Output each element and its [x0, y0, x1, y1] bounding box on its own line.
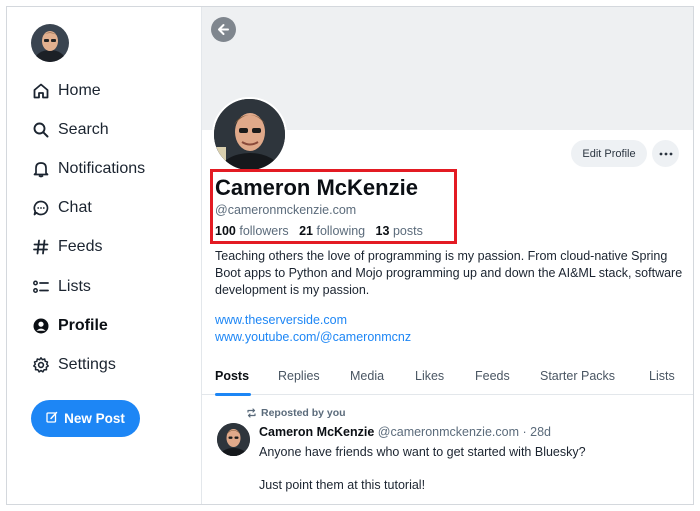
- tab-feeds[interactable]: Feeds: [475, 369, 510, 383]
- person-icon: [31, 316, 51, 336]
- edit-profile-button[interactable]: Edit Profile: [571, 140, 647, 167]
- new-post-label: New Post: [64, 411, 125, 426]
- repost-indicator: Reposted by you: [246, 407, 346, 419]
- profile-link-youtube[interactable]: www.youtube.com/@cameronmcnz: [215, 330, 411, 344]
- post-text: Anyone have friends who want to get star…: [259, 445, 586, 459]
- post-author-name[interactable]: Cameron McKenzie: [259, 425, 374, 439]
- back-button[interactable]: [211, 17, 236, 42]
- ellipsis-icon: [659, 152, 672, 155]
- gear-icon: [31, 355, 51, 375]
- followers-link[interactable]: 100 followers: [215, 224, 289, 238]
- sidebar-item-chat[interactable]: Chat: [31, 189, 145, 228]
- sidebar-item-profile[interactable]: Profile: [31, 306, 145, 345]
- list-icon: [31, 277, 51, 297]
- tab-posts[interactable]: Posts: [215, 369, 249, 383]
- profile-tabs: Posts Replies Media Likes Feeds Starter …: [202, 363, 693, 395]
- sidebar-item-label: Chat: [58, 199, 92, 217]
- following-count: 21: [299, 224, 313, 238]
- sidebar-item-label: Settings: [58, 355, 116, 373]
- sidebar-item-search[interactable]: Search: [31, 110, 145, 149]
- app-window: Home Search Notifications Chat Feeds Lis…: [6, 6, 694, 505]
- tab-likes[interactable]: Likes: [415, 369, 444, 383]
- profile-bio: Teaching others the love of programming …: [215, 249, 683, 297]
- posts-count: 13: [375, 224, 390, 238]
- tab-starter-packs[interactable]: Starter Packs: [540, 369, 615, 383]
- sidebar-item-feeds[interactable]: Feeds: [31, 228, 145, 267]
- user-avatar[interactable]: [31, 24, 69, 62]
- sidebar-item-settings[interactable]: Settings: [31, 345, 145, 384]
- post-header: Cameron McKenzie @cameronmckenzie.com · …: [259, 425, 551, 439]
- tab-media[interactable]: Media: [350, 369, 384, 383]
- hash-icon: [31, 237, 51, 257]
- search-icon: [31, 120, 51, 140]
- sidebar-item-label: Lists: [58, 277, 91, 295]
- tab-lists[interactable]: Lists: [649, 369, 675, 383]
- post-author-avatar[interactable]: [217, 423, 250, 456]
- arrow-left-icon: [218, 24, 229, 35]
- compose-icon: [46, 411, 58, 426]
- post-timestamp: · 28d: [522, 425, 552, 439]
- sidebar-item-label: Search: [58, 120, 109, 138]
- home-icon: [31, 81, 51, 101]
- profile-link-website[interactable]: www.theserverside.com: [215, 313, 347, 327]
- tab-replies[interactable]: Replies: [278, 369, 320, 383]
- sidebar-item-label: Feeds: [58, 238, 103, 256]
- profile-stats: 100 followers 21 following 13 posts: [215, 224, 423, 238]
- posts-stat: 13 posts: [376, 224, 423, 238]
- feed-post[interactable]: Reposted by you Cameron McKenzie @camero…: [202, 396, 693, 504]
- sidebar-item-lists[interactable]: Lists: [31, 267, 145, 306]
- posts-label: posts: [392, 224, 423, 238]
- repost-icon: [247, 408, 256, 418]
- post-text-line2: Just point them at this tutorial!: [259, 478, 426, 492]
- sidebar-item-home[interactable]: Home: [31, 71, 145, 110]
- bell-icon: [31, 159, 51, 179]
- post-author-handle: @cameronmckenzie.com: [377, 425, 520, 439]
- sidebar-item-notifications[interactable]: Notifications: [31, 149, 145, 188]
- new-post-button[interactable]: New Post: [31, 400, 140, 437]
- following-label: following: [316, 224, 366, 238]
- profile-avatar[interactable]: [212, 97, 287, 172]
- sidebar: Home Search Notifications Chat Feeds Lis…: [7, 7, 201, 504]
- sidebar-item-label: Notifications: [58, 159, 146, 177]
- sidebar-nav: Home Search Notifications Chat Feeds Lis…: [31, 71, 145, 385]
- more-options-button[interactable]: [652, 140, 679, 167]
- chat-icon: [31, 198, 51, 218]
- repost-label: Reposted by you: [261, 407, 346, 419]
- profile-handle: @cameronmckenzie.com: [215, 203, 357, 217]
- following-link[interactable]: 21 following: [299, 224, 365, 238]
- profile-display-name: Cameron McKenzie: [215, 175, 418, 200]
- followers-count: 100: [215, 224, 236, 238]
- sidebar-item-label: Home: [58, 81, 101, 99]
- profile-main: Edit Profile Cameron McKenzie @cameronmc…: [201, 7, 693, 504]
- followers-label: followers: [239, 224, 289, 238]
- sidebar-item-label: Profile: [58, 316, 108, 334]
